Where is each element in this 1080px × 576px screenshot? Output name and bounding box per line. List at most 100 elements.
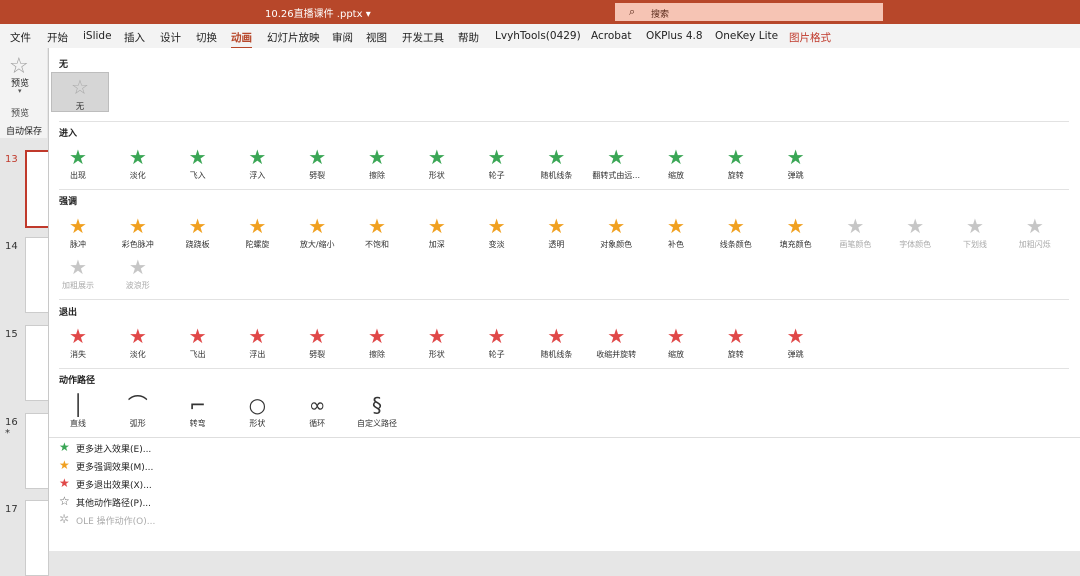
tab-6[interactable]: 动画 [231, 30, 252, 49]
effect-exit-2[interactable]: ★ 飞出 [168, 323, 228, 363]
effect-entrance-11[interactable]: ★ 旋转 [706, 144, 766, 184]
effect-emphasis-6[interactable]: ★ 加深 [407, 213, 467, 253]
effect-emphasis-5[interactable]: ★ 不饱和 [347, 213, 407, 253]
effect-emphasis-10[interactable]: ★ 补色 [646, 213, 706, 253]
effect-entrance-3[interactable]: ★ 浮入 [227, 144, 287, 184]
more-effects-item-2[interactable]: ★ 更多退出效果(X)... [59, 476, 359, 494]
tab-8[interactable]: 审阅 [332, 30, 353, 45]
effect-emphasis-14[interactable]: ★ 字体颜色 [885, 213, 945, 253]
effect-label: 浮入 [249, 171, 266, 180]
tab-10[interactable]: 开发工具 [402, 30, 444, 45]
motion-path-0[interactable]: │ 直线 [48, 392, 108, 432]
tab-12[interactable]: LvyhTools(0429) [495, 30, 581, 42]
effect-exit-1[interactable]: ★ 淡化 [108, 323, 168, 363]
effect-emphasis-11[interactable]: ★ 线条颜色 [706, 213, 766, 253]
effect-exit-3[interactable]: ★ 浮出 [227, 323, 287, 363]
more-effects-item-3[interactable]: ☆ 其他动作路径(P)... [59, 494, 359, 512]
effect-label: 变淡 [488, 240, 505, 249]
effect-entrance-2[interactable]: ★ 飞入 [168, 144, 228, 184]
effect-entrance-12[interactable]: ★ 弹跳 [766, 144, 826, 184]
divider [49, 437, 1080, 438]
effect-emphasis-0[interactable]: ★ 脉冲 [48, 213, 108, 253]
effect-label: 出现 [70, 171, 86, 180]
star-icon: ★ [188, 214, 207, 238]
slide-thumbnail[interactable] [25, 325, 49, 401]
effect-entrance-10[interactable]: ★ 缩放 [646, 144, 706, 184]
more-effects-item-1[interactable]: ★ 更多强调效果(M)... [59, 458, 359, 476]
tab-14[interactable]: OKPlus 4.8 [646, 30, 703, 42]
effect-emphasis-13[interactable]: ★ 画笔颜色 [825, 213, 885, 253]
effect-emphasis-12[interactable]: ★ 填充颜色 [766, 213, 826, 253]
more-effects-item-0[interactable]: ★ 更多进入效果(E)... [59, 440, 359, 458]
tab-13[interactable]: Acrobat [591, 30, 632, 42]
effect-exit-0[interactable]: ★ 消失 [48, 323, 108, 363]
effect-exit-11[interactable]: ★ 旋转 [706, 323, 766, 363]
effect-entrance-4[interactable]: ★ 劈裂 [287, 144, 347, 184]
effect-label: 循环 [309, 419, 326, 428]
autosave-toggle[interactable]: 自动保存 [0, 120, 47, 138]
tab-0[interactable]: 文件 [10, 30, 31, 45]
effect-label: 填充颜色 [779, 240, 812, 249]
effect-exit-6[interactable]: ★ 形状 [407, 323, 467, 363]
star-icon: ★ [667, 214, 685, 238]
effect-entrance-7[interactable]: ★ 轮子 [467, 144, 527, 184]
effect-emphasis-8[interactable]: ★ 透明 [526, 213, 586, 253]
slide-number: 15 [5, 329, 18, 340]
effect-exit-7[interactable]: ★ 轮子 [467, 323, 527, 363]
motion-path-4[interactable]: ∞ 循环 [287, 392, 347, 432]
tab-1[interactable]: 开始 [47, 30, 68, 45]
effect-emphasis-15[interactable]: ★ 下划线 [945, 213, 1005, 253]
effect-label: 字体颜色 [899, 240, 932, 249]
effect-emphasis-1[interactable]: ★ 彩色脉冲 [108, 213, 168, 253]
effect-exit-12[interactable]: ★ 弹跳 [766, 323, 826, 363]
effect-emphasis-2[interactable]: ★ 跷跷板 [168, 213, 228, 253]
effect-exit-5[interactable]: ★ 擦除 [347, 323, 407, 363]
effect-entrance-0[interactable]: ★ 出现 [48, 144, 108, 184]
effect-emphasis2-0[interactable]: ★ 加粗展示 [48, 254, 108, 294]
effect-exit-4[interactable]: ★ 劈裂 [287, 323, 347, 363]
effect-label: 轮子 [488, 171, 505, 180]
motion-path-1[interactable]: ⌒ 弧形 [108, 392, 168, 432]
effect-entrance-5[interactable]: ★ 擦除 [347, 144, 407, 184]
tab-5[interactable]: 切换 [196, 30, 217, 45]
effect-label: 轮子 [488, 350, 505, 359]
document-title[interactable]: 10.26直播课件 .pptx ▾ [265, 5, 371, 20]
slide-thumbnail[interactable] [25, 237, 49, 313]
more-effects-item-4[interactable]: ✲ OLE 操作动作(O)... [59, 512, 359, 530]
motion-path-3[interactable]: ○ 形状 [227, 392, 287, 432]
slide-thumbnail[interactable] [25, 500, 49, 576]
effect-entrance-9[interactable]: ★ 翻转式由远... [586, 144, 646, 184]
effect-emphasis-4[interactable]: ★ 放大/缩小 [287, 213, 347, 253]
star-icon: ★ [128, 324, 147, 348]
tab-2[interactable]: iSlide [83, 30, 112, 42]
effect-exit-8[interactable]: ★ 随机线条 [526, 323, 586, 363]
tab-4[interactable]: 设计 [160, 30, 181, 45]
tab-9[interactable]: 视图 [366, 30, 387, 45]
effect-entrance-1[interactable]: ★ 淡化 [108, 144, 168, 184]
effect-label: 直线 [70, 419, 86, 428]
effect-emphasis-7[interactable]: ★ 变淡 [467, 213, 527, 253]
effect-label: 补色 [668, 240, 684, 249]
slide-thumbnail[interactable] [25, 413, 49, 489]
tab-16[interactable]: 图片格式 [789, 30, 831, 45]
effect-emphasis-9[interactable]: ★ 对象颜色 [586, 213, 646, 253]
effect-emphasis2-1[interactable]: ★ 波浪形 [108, 254, 168, 294]
star-icon: ★ [69, 255, 87, 279]
tab-11[interactable]: 帮助 [458, 30, 479, 45]
motion-path-2[interactable]: ⌐ 转弯 [168, 392, 228, 432]
animation-none[interactable]: ☆ 无 [51, 72, 109, 112]
tab-7[interactable]: 幻灯片放映 [267, 30, 320, 45]
motion-path-5[interactable]: § 自定义路径 [347, 392, 407, 432]
effect-label: 弹跳 [787, 350, 804, 359]
effect-entrance-8[interactable]: ★ 随机线条 [526, 144, 586, 184]
effect-entrance-6[interactable]: ★ 形状 [407, 144, 467, 184]
effect-emphasis-16[interactable]: ★ 加粗闪烁 [1005, 213, 1065, 253]
tab-3[interactable]: 插入 [124, 30, 145, 45]
search-box[interactable]: ⌕ 搜索 [615, 3, 883, 21]
effect-emphasis-3[interactable]: ★ 陀螺旋 [227, 213, 287, 253]
effect-exit-9[interactable]: ★ 收缩并旋转 [586, 323, 646, 363]
green-star-icon: ★ [59, 440, 70, 454]
tab-15[interactable]: OneKey Lite [715, 30, 778, 42]
chevron-down-icon[interactable]: ▾ [18, 87, 22, 95]
effect-exit-10[interactable]: ★ 缩放 [646, 323, 706, 363]
